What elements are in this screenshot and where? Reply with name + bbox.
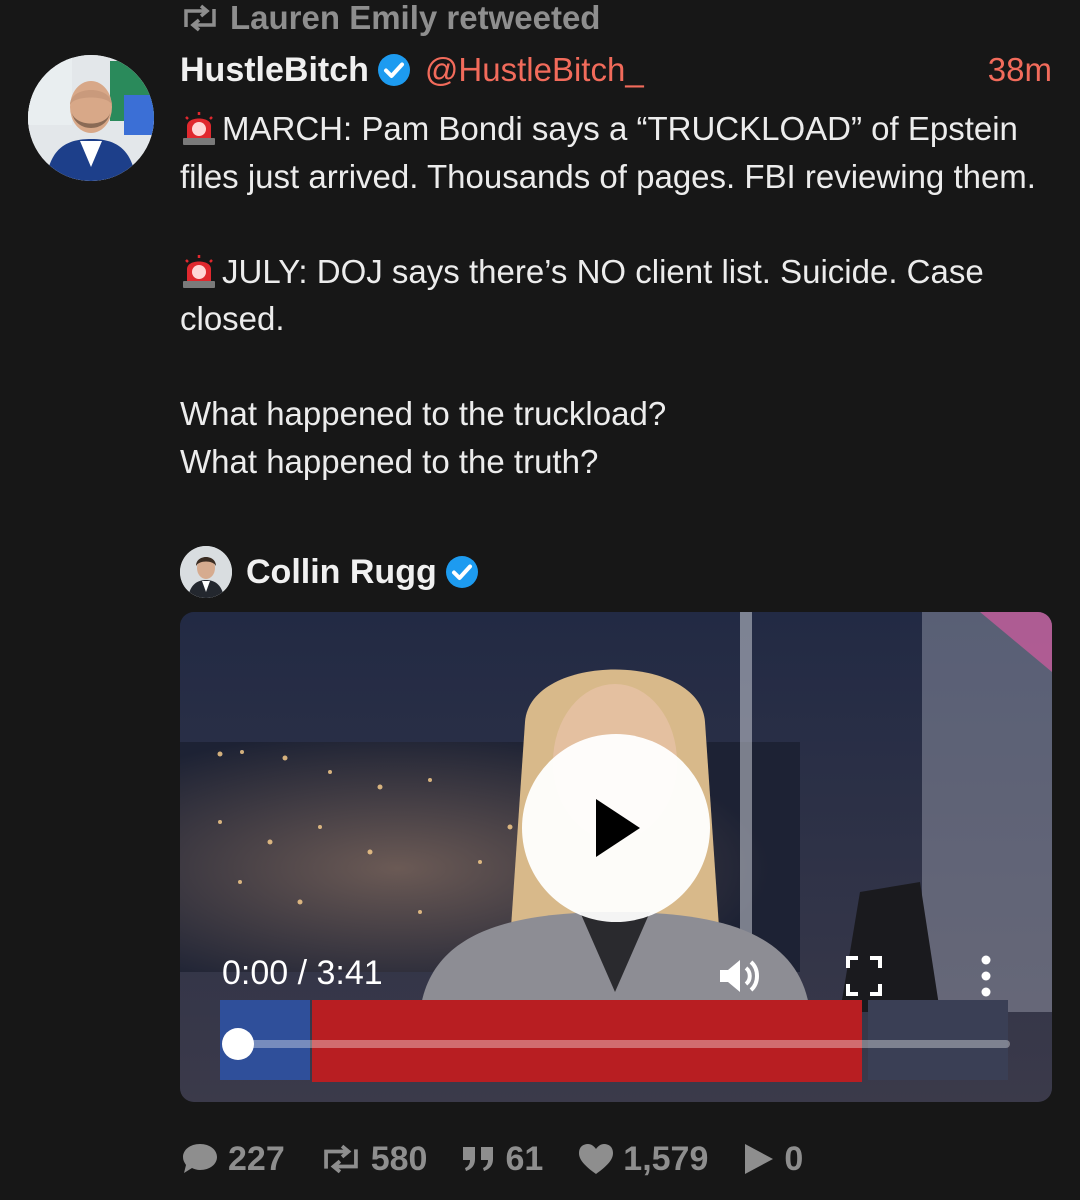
reply-button[interactable]: 227 [180,1140,285,1179]
author-avatar[interactable] [28,55,154,181]
quoted-author-name: Collin Rugg [246,552,437,591]
siren-icon [183,112,215,145]
quote-count: 61 [505,1139,544,1178]
post-paragraph: JULY: DOJ says there’s NO client list. S… [180,248,1060,343]
quote-button[interactable]: 61 [461,1140,543,1179]
author-avatar-image [28,55,154,181]
reply-count: 227 [228,1139,285,1178]
post-timestamp[interactable]: 38m [988,51,1052,89]
quoted-author-avatar [180,546,232,598]
video-player[interactable]: 0:00 / 3:41 [180,612,1052,1102]
post-body: MARCH: Pam Bondi says a “TRUCKLOAD” of E… [180,105,1060,485]
post-line: What happened to the truckload? [180,395,667,432]
post-line: What happened to the truth? [180,442,599,480]
like-count: 1,579 [623,1139,709,1178]
play-button[interactable] [522,734,710,922]
retweet-text: Lauren Emily retweeted [230,0,601,36]
post-paragraph-text: JULY: DOJ says there’s NO client list. S… [180,252,984,338]
verified-badge-icon [377,54,410,86]
play-icon [596,799,640,857]
quote-icon [463,1147,494,1171]
volume-button[interactable] [714,952,762,1005]
author-handle[interactable]: @HustleBitch_ [425,51,644,89]
more-options-button[interactable] [976,952,996,1005]
video-time-display: 0:00 / 3:41 [222,954,383,992]
video-scrubber-handle[interactable] [222,1028,254,1060]
more-options-icon [981,955,991,997]
siren-icon [183,254,215,288]
retweet-icon [184,4,216,32]
video-progress-bar[interactable] [222,1028,1010,1060]
post-paragraph-text: MARCH: Pam Bondi says a “TRUCKLOAD” of E… [180,110,1036,195]
verified-badge-icon [445,556,478,588]
repost-button[interactable]: 580 [319,1139,428,1179]
reply-icon [183,1144,217,1173]
fullscreen-button[interactable] [844,952,884,1005]
views-button[interactable]: 0 [742,1140,803,1179]
author-display-name[interactable]: HustleBitch [180,51,369,90]
retweet-icon [323,1144,358,1174]
view-count: 0 [784,1139,804,1178]
retweet-indicator[interactable]: Lauren Emily retweeted [180,0,600,36]
like-button[interactable]: 1,579 [577,1140,708,1179]
repost-count: 580 [370,1139,428,1178]
fullscreen-icon [846,956,882,996]
play-icon [745,1144,774,1174]
post-actions: 227 580 61 1,579 0 [180,1135,837,1183]
heart-icon [579,1144,614,1174]
volume-icon [720,960,759,992]
quoted-author[interactable]: Collin Rugg [180,545,479,599]
post-paragraph: MARCH: Pam Bondi says a “TRUCKLOAD” of E… [180,105,1060,200]
